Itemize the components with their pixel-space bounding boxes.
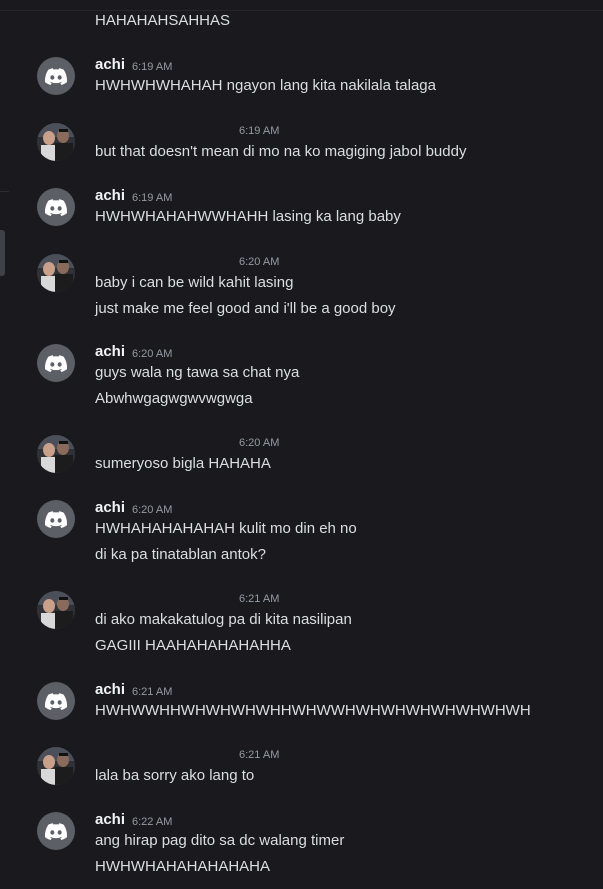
message-text: ang hirap pag dito sa dc walang timer: [95, 832, 345, 849]
message-text: HWHAHAHAHAHAH kulit mo din eh no: [95, 520, 357, 537]
message-timestamp: 6:19 AM: [239, 125, 280, 137]
discord-logo-icon: [45, 67, 67, 85]
author-name[interactable]: achi: [95, 187, 125, 205]
message-text: HWHWWHHWHWHWHWHHWHWWHWHWHWHWHWHWHWH: [95, 702, 531, 719]
message-text: baby i can be wild kahit lasing: [95, 274, 294, 291]
message-timestamp: 6:19 AM: [132, 192, 173, 204]
message-text: di ako makakatulog pa di kita nasilipan: [95, 611, 352, 628]
message-text: guys wala ng tawa sa chat nya: [95, 364, 300, 381]
author-name[interactable]: achi: [95, 499, 125, 517]
avatar[interactable]: [37, 591, 75, 629]
message-timestamp: 6:21 AM: [132, 686, 173, 698]
avatar[interactable]: [37, 500, 75, 538]
author-name[interactable]: achi: [95, 681, 125, 699]
user-photo-avatar: [37, 435, 75, 473]
user-photo-avatar: [37, 747, 75, 785]
user-photo-avatar: [37, 254, 75, 292]
message-text: di ka pa tinatablan antok?: [95, 546, 266, 563]
user-photo-avatar: [37, 123, 75, 161]
message-timestamp: 6:20 AM: [132, 348, 173, 360]
discord-logo-icon: [45, 198, 67, 216]
avatar[interactable]: [37, 435, 75, 473]
message-text: HAHAHAHSAHHAS: [95, 12, 231, 29]
message-timestamp: 6:20 AM: [239, 256, 280, 268]
avatar[interactable]: [37, 254, 75, 292]
avatar[interactable]: [37, 747, 75, 785]
left-edge-line: [0, 191, 9, 192]
chat-message-list[interactable]: HAHAHAHSAHHAS achi 6:19 AM HWHWHWHAHAH ngay…: [0, 0, 603, 889]
message-text: HWHWHAHAHWWHAHH lasing ka lang baby: [95, 208, 401, 225]
discord-logo-icon: [45, 822, 67, 840]
user-photo-avatar: [37, 591, 75, 629]
avatar[interactable]: [37, 188, 75, 226]
message-text: but that doesn't mean di mo na ko magigi…: [95, 143, 467, 160]
avatar[interactable]: [37, 344, 75, 382]
message-timestamp: 6:20 AM: [239, 437, 280, 449]
avatar[interactable]: [37, 682, 75, 720]
author-name[interactable]: achi: [95, 56, 125, 74]
message-text: just make me feel good and i'll be a goo…: [95, 300, 396, 317]
author-name[interactable]: achi: [95, 343, 125, 361]
message-timestamp: 6:20 AM: [132, 504, 173, 516]
discord-logo-icon: [45, 510, 67, 528]
message-timestamp: 6:19 AM: [132, 61, 173, 73]
message-text: sumeryoso bigla HAHAHA: [95, 455, 271, 472]
avatar[interactable]: [37, 123, 75, 161]
avatar[interactable]: [37, 812, 75, 850]
message-text: GAGIII HAAHAHAHAHAHHA: [95, 637, 291, 654]
avatar[interactable]: [37, 57, 75, 95]
message-timestamp: 6:21 AM: [239, 749, 280, 761]
author-name[interactable]: achi: [95, 811, 125, 829]
message-text: HWHWHWHAHAH ngayon lang kita nakilala ta…: [95, 77, 436, 94]
discord-logo-icon: [45, 354, 67, 372]
discord-logo-icon: [45, 692, 67, 710]
top-divider: [0, 10, 603, 11]
message-timestamp: 6:22 AM: [132, 816, 173, 828]
message-timestamp: 6:21 AM: [239, 593, 280, 605]
scroll-handle[interactable]: [0, 230, 5, 276]
message-text: lala ba sorry ako lang to: [95, 767, 255, 784]
message-text: HWHWHAHAHAHAHAHA: [95, 858, 271, 875]
message-text: Abwhwgagwgwvwgwga: [95, 390, 253, 407]
